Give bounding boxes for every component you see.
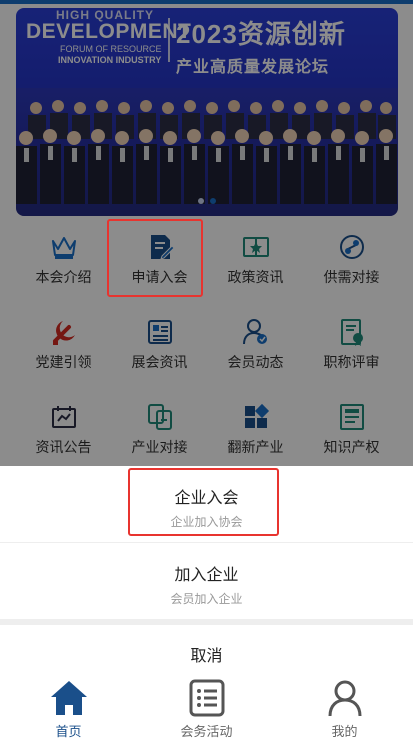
option-subtitle: 会员加入企业 [170, 592, 243, 606]
tab-label: 首页 [55, 725, 82, 740]
highlight-enterprise-join [128, 468, 279, 536]
home-icon [51, 681, 87, 715]
sheet-divider [0, 542, 413, 543]
user-icon [328, 680, 362, 717]
option-title: 加入企业 [174, 565, 239, 584]
cancel-button[interactable]: 取消 [0, 642, 413, 666]
sheet-option-join-enterprise[interactable]: 加入企业 会员加入企业 [0, 561, 413, 607]
sheet-gap [0, 619, 413, 625]
tab-home[interactable]: 首页 [0, 676, 137, 741]
modal-overlay[interactable] [0, 0, 413, 466]
tab-label: 会务活动 [180, 725, 233, 740]
bottom-tabbar: 首页 会务活动 我的 [0, 676, 413, 741]
tab-activities[interactable]: 会务活动 [138, 676, 275, 741]
tab-mine[interactable]: 我的 [276, 676, 413, 741]
list-icon [189, 679, 225, 717]
tab-label: 我的 [331, 725, 358, 740]
highlight-apply-membership [107, 219, 203, 297]
